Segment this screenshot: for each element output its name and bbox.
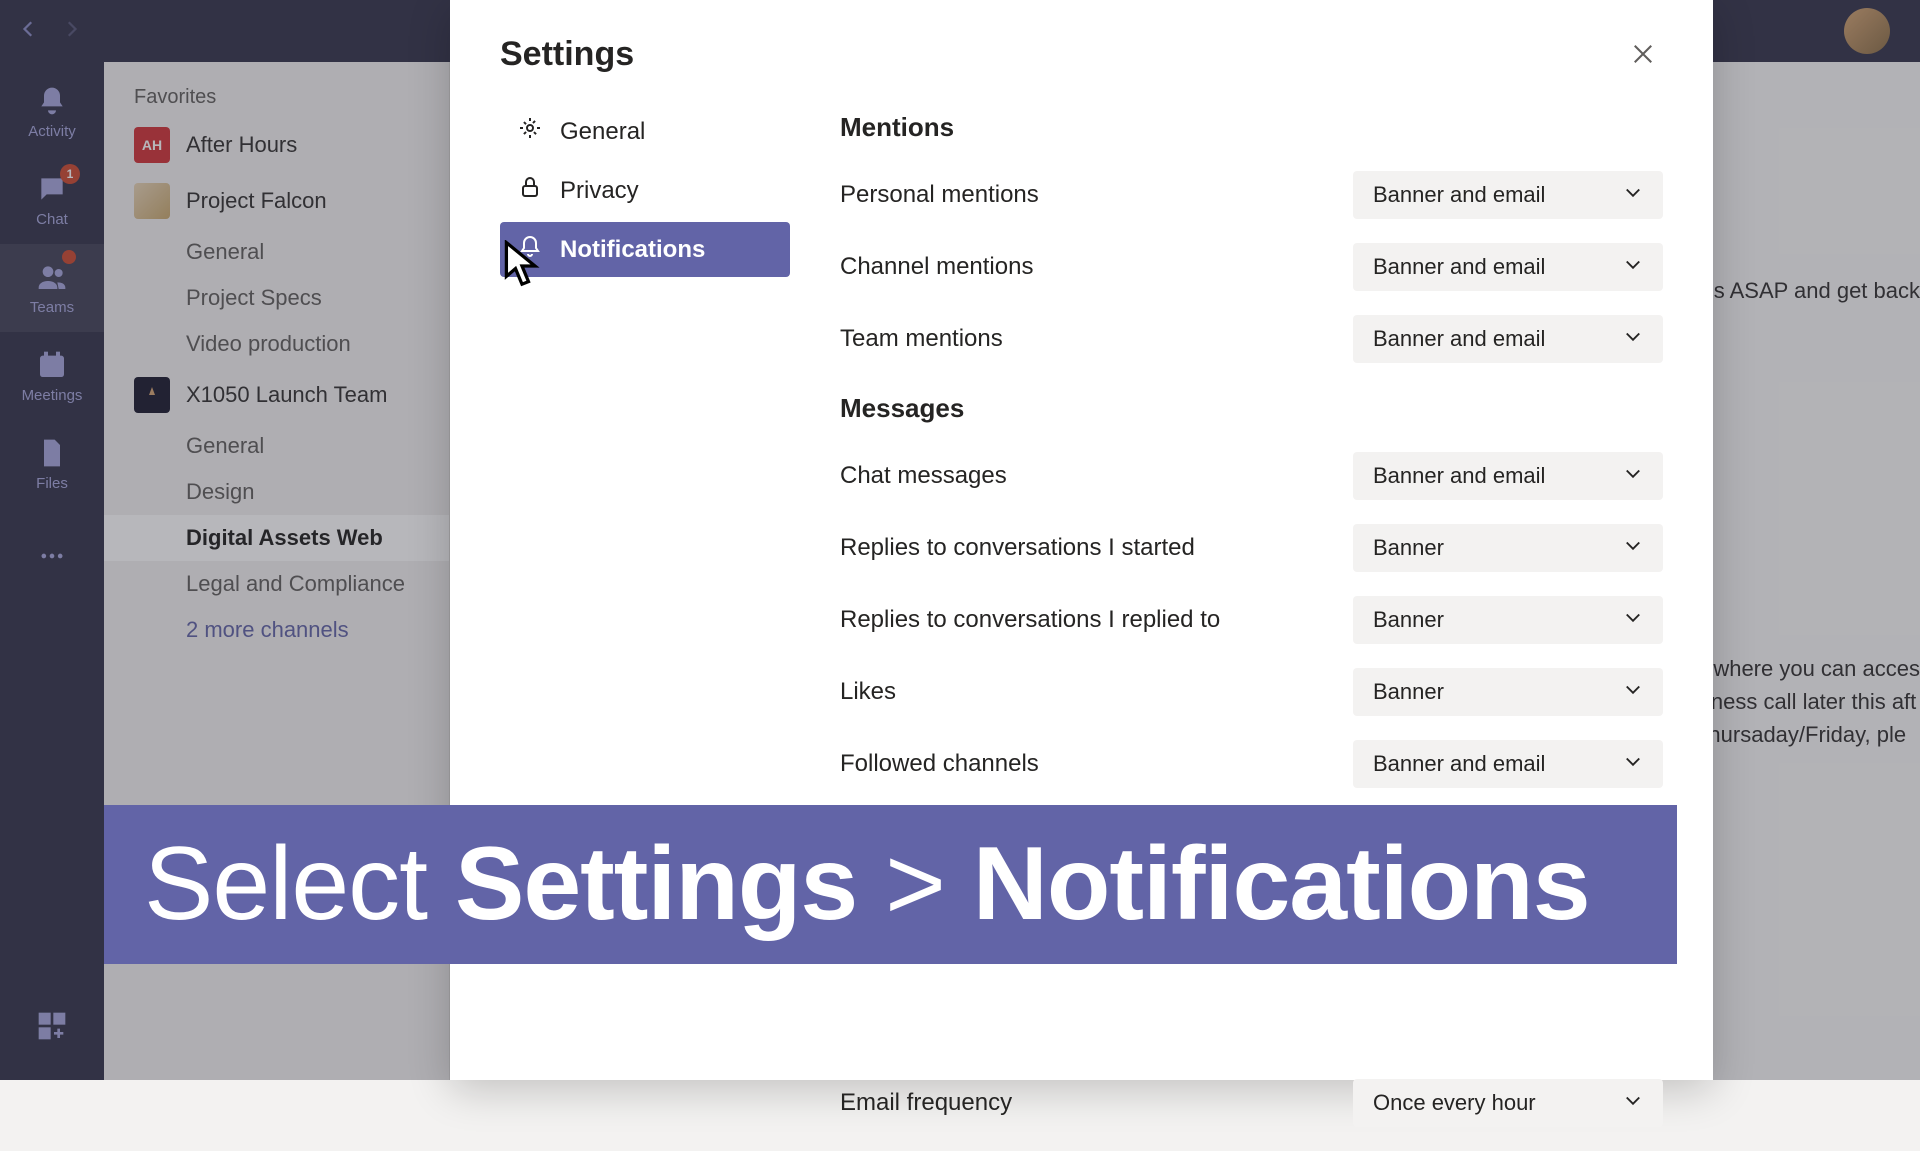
dropdown-team-mentions[interactable]: Banner and email bbox=[1353, 315, 1663, 363]
row-team-mentions: Team mentions Banner and email bbox=[840, 315, 1663, 363]
dropdown-value: Banner and email bbox=[1373, 463, 1545, 489]
lock-icon bbox=[518, 175, 542, 206]
banner-text: Select Settings > Notifications bbox=[144, 825, 1590, 944]
chevron-down-icon bbox=[1623, 182, 1643, 208]
dropdown-value: Banner and email bbox=[1373, 182, 1545, 208]
chevron-down-icon bbox=[1623, 607, 1643, 633]
close-button[interactable] bbox=[1623, 34, 1663, 74]
row-replies-started: Replies to conversations I started Banne… bbox=[840, 524, 1663, 572]
chevron-down-icon bbox=[1623, 463, 1643, 489]
nav-privacy[interactable]: Privacy bbox=[500, 163, 790, 218]
row-likes: Likes Banner bbox=[840, 668, 1663, 716]
row-channel-mentions: Channel mentions Banner and email bbox=[840, 243, 1663, 291]
nav-privacy-label: Privacy bbox=[560, 177, 639, 205]
row-label: Replies to conversations I replied to bbox=[840, 606, 1220, 634]
cursor-icon bbox=[500, 240, 544, 297]
row-chat-messages: Chat messages Banner and email bbox=[840, 452, 1663, 500]
dropdown-replies-replied[interactable]: Banner bbox=[1353, 596, 1663, 644]
chevron-down-icon bbox=[1623, 326, 1643, 352]
chevron-down-icon bbox=[1623, 751, 1643, 777]
dropdown-email-frequency[interactable]: Once every hour bbox=[1353, 1079, 1663, 1127]
chevron-down-icon bbox=[1623, 679, 1643, 705]
row-label: Email frequency bbox=[840, 1089, 1012, 1117]
dropdown-value: Banner bbox=[1373, 607, 1444, 633]
row-label: Replies to conversations I started bbox=[840, 534, 1195, 562]
settings-content: Mentions Personal mentions Banner and em… bbox=[790, 104, 1663, 1151]
section-messages-title: Messages bbox=[840, 393, 1663, 424]
row-email-frequency: Email frequency Once every hour bbox=[840, 1079, 1663, 1127]
row-label: Chat messages bbox=[840, 462, 1007, 490]
dialog-title: Settings bbox=[500, 35, 634, 74]
row-followed-channels: Followed channels Banner and email bbox=[840, 740, 1663, 788]
dropdown-value: Banner bbox=[1373, 679, 1444, 705]
dropdown-likes[interactable]: Banner bbox=[1353, 668, 1663, 716]
dropdown-value: Banner and email bbox=[1373, 751, 1545, 777]
dropdown-channel-mentions[interactable]: Banner and email bbox=[1353, 243, 1663, 291]
row-label: Followed channels bbox=[840, 750, 1039, 778]
dropdown-value: Banner and email bbox=[1373, 326, 1545, 352]
row-label: Personal mentions bbox=[840, 181, 1039, 209]
gear-icon bbox=[518, 116, 542, 147]
dropdown-followed-channels[interactable]: Banner and email bbox=[1353, 740, 1663, 788]
chevron-down-icon bbox=[1623, 1090, 1643, 1116]
dropdown-value: Once every hour bbox=[1373, 1090, 1536, 1116]
row-label: Channel mentions bbox=[840, 253, 1033, 281]
dropdown-replies-started[interactable]: Banner bbox=[1353, 524, 1663, 572]
dropdown-chat-messages[interactable]: Banner and email bbox=[1353, 452, 1663, 500]
row-label: Team mentions bbox=[840, 325, 1003, 353]
nav-general[interactable]: General bbox=[500, 104, 790, 159]
chevron-down-icon bbox=[1623, 535, 1643, 561]
instruction-banner: Select Settings > Notifications bbox=[104, 805, 1677, 964]
chevron-down-icon bbox=[1623, 254, 1643, 280]
dropdown-personal-mentions[interactable]: Banner and email bbox=[1353, 171, 1663, 219]
row-replies-replied: Replies to conversations I replied to Ba… bbox=[840, 596, 1663, 644]
dropdown-value: Banner bbox=[1373, 535, 1444, 561]
dropdown-value: Banner and email bbox=[1373, 254, 1545, 280]
row-label: Likes bbox=[840, 678, 896, 706]
row-personal-mentions: Personal mentions Banner and email bbox=[840, 171, 1663, 219]
nav-notifications-label: Notifications bbox=[560, 236, 705, 264]
nav-general-label: General bbox=[560, 118, 645, 146]
section-mentions-title: Mentions bbox=[840, 112, 1663, 143]
